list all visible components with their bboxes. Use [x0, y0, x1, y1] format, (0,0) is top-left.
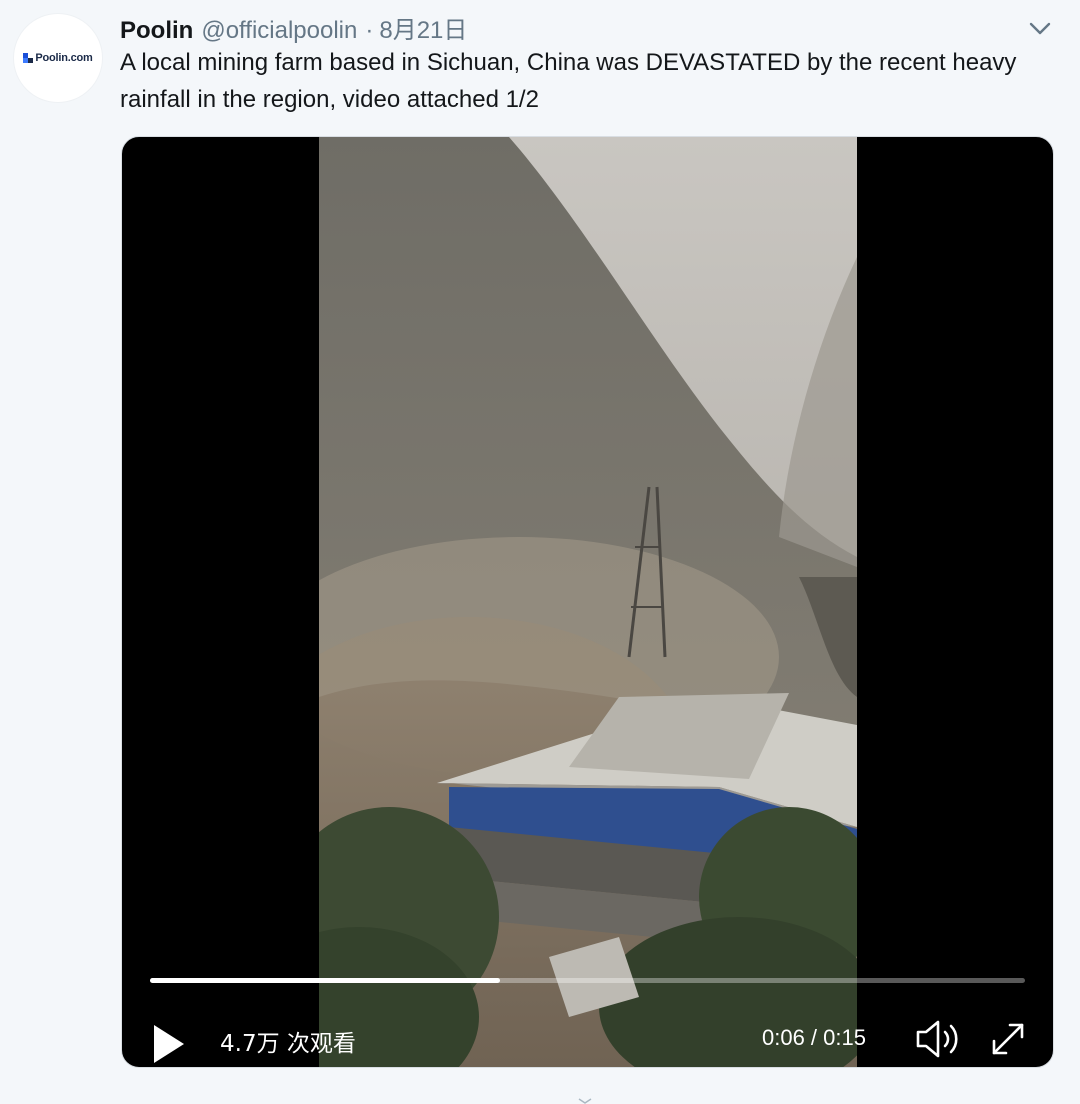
- scroll-caret-icon: [578, 1098, 592, 1104]
- time-readout: 0:06 / 0:15: [762, 1025, 866, 1050]
- author-handle[interactable]: @officialpoolin: [201, 17, 357, 45]
- video-frame[interactable]: [319, 137, 857, 1067]
- view-count: 4.7万 次观看: [220, 1031, 356, 1057]
- chevron-down-icon[interactable]: [1026, 16, 1054, 40]
- header-separator: ·: [365, 17, 374, 44]
- tweet-text: A local mining farm based in Sichuan, Ch…: [120, 49, 1017, 113]
- avatar[interactable]: Poolin.com: [14, 14, 102, 102]
- play-icon[interactable]: [148, 1021, 188, 1067]
- progress-fill: [150, 978, 500, 983]
- tweet-date[interactable]: 8月21日: [379, 10, 467, 45]
- volume-icon[interactable]: [914, 1017, 962, 1061]
- avatar-logo-text: Poolin.com: [35, 52, 93, 64]
- progress-bar[interactable]: [150, 978, 1025, 983]
- video-still: [319, 137, 857, 1067]
- video-controls: 4.7万 次观看 0:06 / 0:15: [122, 957, 1053, 1067]
- author-name[interactable]: Poolin: [120, 17, 193, 45]
- poolin-logo-mark-icon: [23, 53, 34, 63]
- tweet-header: Poolin @officialpoolin · 8月21日: [120, 10, 467, 44]
- video-player[interactable]: 4.7万 次观看 0:06 / 0:15: [121, 136, 1054, 1068]
- tweet: Poolin.com Poolin @officialpoolin · 8月21…: [0, 0, 1080, 1104]
- poolin-logo: Poolin.com: [23, 52, 93, 64]
- fullscreen-icon[interactable]: [986, 1017, 1030, 1061]
